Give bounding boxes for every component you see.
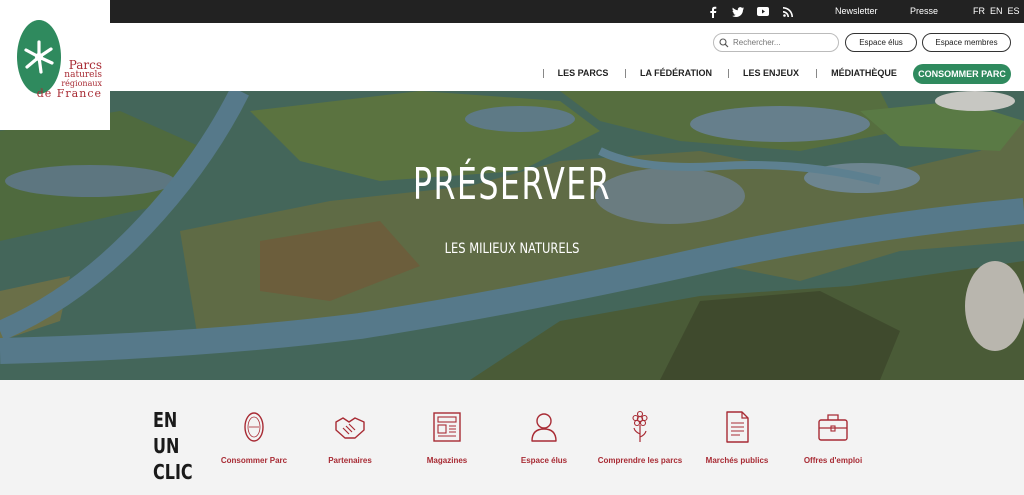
flower-icon — [632, 410, 648, 442]
lang-es[interactable]: ES — [1008, 6, 1020, 16]
quick-link-label: Partenaires — [328, 456, 372, 465]
social-links — [707, 0, 807, 23]
espace-membres-button[interactable]: Espace membres — [922, 33, 1011, 52]
newspaper-icon — [433, 412, 461, 442]
espace-elus-button[interactable]: Espace élus — [845, 33, 917, 52]
youtube-icon[interactable] — [757, 6, 769, 18]
consommer-parc-button[interactable]: CONSOMMER PARC — [913, 64, 1011, 84]
quick-link-label: Offres d'emploi — [803, 456, 863, 465]
lang-fr[interactable]: FR — [973, 6, 985, 16]
hero-title: PRÉSERVER — [412, 159, 612, 210]
nav-divider — [543, 69, 544, 78]
nav-mediatheque[interactable]: MÉDIATHÈQUE — [826, 63, 902, 83]
search-box[interactable] — [713, 33, 839, 52]
quick-links-title: EN UN CLIC — [153, 408, 193, 484]
quick-link-marches-publics[interactable]: Marchés publics — [687, 410, 787, 466]
facebook-icon[interactable] — [707, 6, 719, 18]
handshake-icon — [335, 417, 365, 439]
quick-link-label: Comprendre les parcs — [597, 456, 683, 465]
quick-link-offres-emploi[interactable]: Offres d'emploi — [783, 410, 883, 466]
briefcase-icon — [818, 414, 848, 441]
quick-links-section: EN UN CLIC Consommer Parc Partenaires Ma… — [0, 380, 1024, 495]
nav-les-parcs[interactable]: LES PARCS — [553, 63, 613, 83]
quick-link-consommer-parc[interactable]: Consommer Parc — [204, 410, 304, 466]
site-header: Espace élus Espace membres LES PARCS LA … — [0, 23, 1024, 91]
hero-marsh-image — [0, 91, 1024, 380]
user-icon — [531, 413, 557, 442]
nav-divider — [816, 69, 817, 78]
logo-line: de France — [36, 87, 102, 100]
rss-icon[interactable] — [782, 6, 794, 18]
quick-link-label: Espace élus — [520, 456, 568, 465]
nav-divider — [728, 69, 729, 78]
newsletter-link[interactable]: Newsletter — [835, 0, 878, 23]
quick-link-label: Marchés publics — [705, 456, 769, 465]
quick-link-magazines[interactable]: Magazines — [397, 410, 497, 466]
twitter-icon[interactable] — [732, 6, 744, 18]
search-input[interactable] — [733, 38, 833, 47]
nav-divider — [625, 69, 626, 78]
presse-link[interactable]: Presse — [910, 0, 938, 23]
quick-link-label: Magazines — [426, 456, 468, 465]
document-icon — [726, 411, 749, 443]
top-bar: Newsletter Presse FR EN ES — [0, 0, 1024, 23]
site-logo[interactable]: Parcs naturels régionaux de France — [0, 0, 110, 130]
badge-icon — [244, 412, 264, 442]
quick-link-label: Consommer Parc — [220, 456, 288, 465]
hero-subtitle: LES MILIEUX NATURELS — [444, 241, 580, 257]
nav-les-enjeux[interactable]: LES ENJEUX — [738, 63, 804, 83]
language-switcher: FR EN ES — [973, 0, 1024, 23]
quick-link-espace-elus[interactable]: Espace élus — [494, 410, 594, 466]
hero-banner: PRÉSERVER LES MILIEUX NATURELS — [0, 91, 1024, 380]
nav-la-federation[interactable]: LA FÉDÉRATION — [636, 63, 716, 83]
search-icon — [719, 37, 729, 47]
quick-link-comprendre-les-parcs[interactable]: Comprendre les parcs — [590, 410, 690, 466]
quick-link-partenaires[interactable]: Partenaires — [300, 410, 400, 466]
logo-text: Parcs naturels régionaux de France — [32, 59, 102, 99]
lang-en[interactable]: EN — [990, 6, 1003, 16]
